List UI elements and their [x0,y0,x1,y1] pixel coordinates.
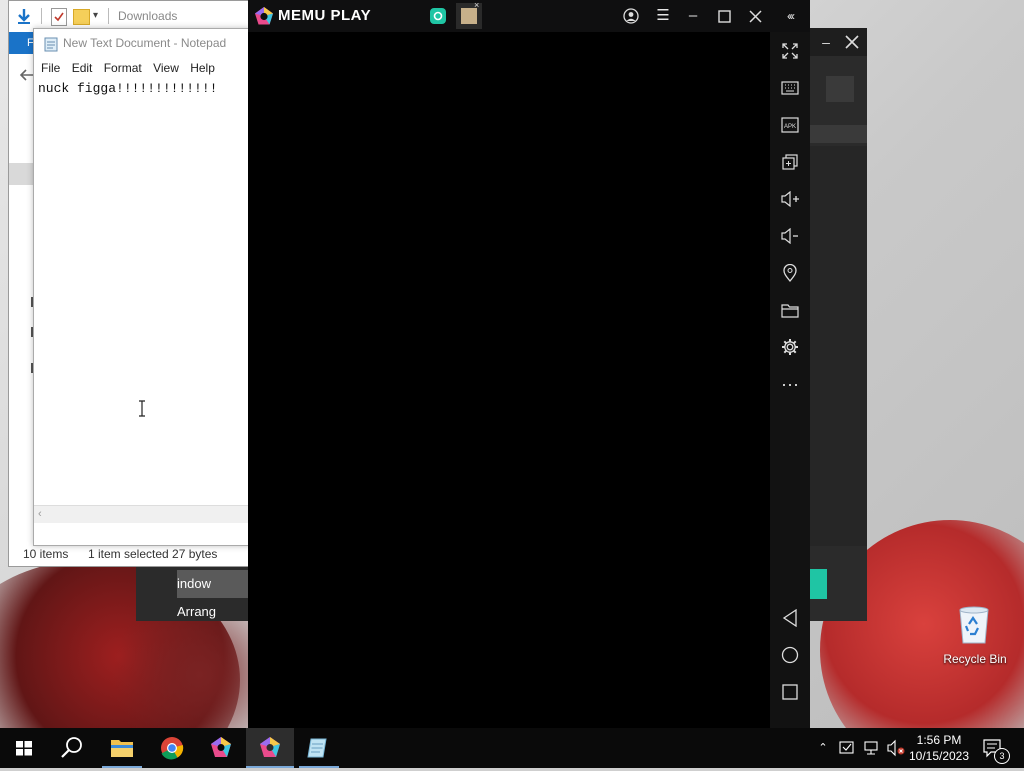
time: 1:56 PM [916,733,962,747]
more-icon[interactable]: ··· [770,369,810,399]
notepad-title: New Text Document - Notepad [63,36,227,50]
game-tab[interactable]: × [456,1,482,29]
memu-player-window: MEMU PLAY × ☰ – ‹‹‹ APK ··· [248,0,810,728]
collapse-sidebar-icon[interactable]: ‹‹‹ [775,0,805,32]
settings-icon[interactable] [770,332,810,362]
notification-count-badge: 3 [994,748,1010,764]
minimize-icon[interactable]: – [818,34,834,50]
properties-icon[interactable] [51,8,67,26]
taskbar: ⌃ 1:56 PM 10/15/2023 3 [0,728,1024,768]
background-panel-area [810,146,867,546]
nav-pane-selected [9,163,35,185]
notepad-menubar: File Edit Format View Help [34,57,249,79]
volume-up-icon[interactable] [770,184,810,214]
close-icon[interactable] [740,0,770,32]
memu-titlebar: MEMU PLAY × ☰ – ‹‹‹ [248,0,810,32]
security-icon[interactable] [838,728,856,768]
menu-help[interactable]: Help [190,57,215,79]
show-hidden-icons-icon[interactable]: ⌃ [814,728,832,768]
back-icon[interactable] [770,603,810,633]
recycle-bin-label: Recycle Bin [943,652,1007,666]
start-button[interactable] [0,728,48,768]
close-icon[interactable] [843,33,861,51]
recents-icon[interactable] [770,677,810,707]
search-icon[interactable] [48,728,96,768]
notepad-window: New Text Document - Notepad File Edit Fo… [33,28,250,546]
scroll-left-icon[interactable]: ‹ [38,508,48,520]
download-arrow-icon [15,7,33,25]
window-title: Downloads [118,9,178,23]
action-center-icon[interactable]: 3 [980,728,1010,768]
clock[interactable]: 1:56 PM 10/15/2023 [906,728,972,768]
text-cursor-icon [138,400,146,417]
menu-view[interactable]: View [153,57,179,79]
customize-toolbar-icon[interactable]: ▾ [93,9,103,23]
menu-edit[interactable]: Edit [72,57,93,79]
recycle-bin-icon [956,604,992,644]
notepad-icon [43,34,59,52]
menu-format[interactable]: Format [104,57,142,79]
home-icon[interactable] [770,640,810,670]
date: 10/15/2023 [908,749,970,763]
apk-icon[interactable]: APK [770,110,810,140]
notepad-text-area[interactable]: nuck figga!!!!!!!!!!!!! [34,79,249,505]
location-icon[interactable] [770,258,810,288]
notepad-taskbar-icon[interactable] [295,728,343,768]
notepad-titlebar: New Text Document - Notepad [34,29,249,57]
new-folder-icon[interactable] [73,9,90,25]
android-screen[interactable] [248,32,770,728]
svg-text:APK: APK [784,124,796,130]
recycle-bin-shortcut[interactable]: Recycle Bin [940,600,1010,670]
teal-button[interactable] [810,569,827,599]
minimize-icon[interactable]: – [678,0,708,32]
maximize-icon[interactable] [709,0,739,32]
folder-icon[interactable] [770,295,810,325]
horizontal-scrollbar[interactable]: ‹ [34,505,249,523]
file-explorer-taskbar-icon[interactable] [98,728,146,768]
game-avatar-icon [461,8,477,24]
memu-multi-instance-taskbar-icon[interactable] [197,728,245,768]
volume-muted-icon[interactable] [886,728,906,768]
quick-access-toolbar: ▾ Downloads [9,1,249,31]
memu-logo-icon [254,6,274,26]
volume-down-icon[interactable] [770,221,810,251]
network-icon[interactable] [862,728,880,768]
memu-taskbar-icon-active[interactable] [246,728,294,768]
tab-close-icon[interactable]: × [474,1,482,10]
keyboard-icon[interactable] [770,73,810,103]
menu-file[interactable]: File [41,57,60,79]
multi-instance-icon[interactable] [770,147,810,177]
fullscreen-icon[interactable] [770,36,810,66]
account-icon[interactable] [616,0,646,32]
background-panel-block [810,125,867,143]
memu-sidebar: APK ··· [770,32,810,728]
window-arrangement-label[interactable]: indow Arrang [177,570,252,619]
app-tab-icon[interactable] [430,8,446,24]
memu-brand: MEMU PLAY [278,7,372,24]
background-panel-block [826,76,854,102]
chrome-icon[interactable] [148,728,196,768]
menu-icon[interactable]: ☰ [648,0,678,32]
